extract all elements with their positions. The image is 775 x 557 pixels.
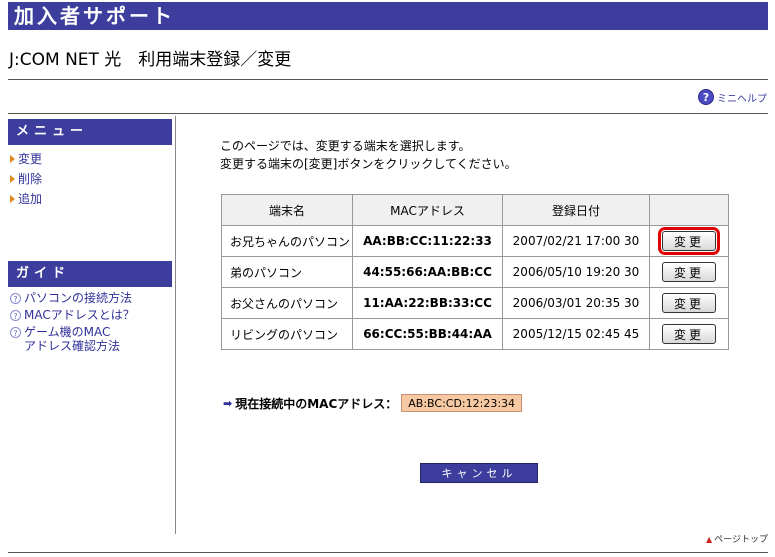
registration-date: 2007/02/21 17:00 30	[502, 225, 650, 257]
cancel-button[interactable]: キャンセル	[420, 463, 538, 483]
registration-date: 2006/05/10 19:20 30	[502, 256, 650, 288]
arrow-right-icon: ➡	[223, 396, 233, 410]
question-icon: ?	[10, 327, 21, 338]
title-divider	[8, 79, 768, 80]
terminal-name: お兄ちゃんのパソコン	[221, 225, 353, 257]
help-icon: ?	[698, 89, 714, 105]
mac-address: 11:AA:22:BB:33:CC	[352, 287, 503, 319]
arrow-right-icon	[10, 195, 15, 203]
header-bar: 加入者サポート	[8, 2, 768, 30]
col-header-mac: MACアドレス	[352, 194, 503, 226]
page-top-link[interactable]: ▲ ページトップ	[706, 532, 768, 545]
footer-divider	[8, 552, 768, 553]
guide-section: ガイド	[8, 261, 172, 287]
terminal-name: リビングのパソコン	[221, 318, 353, 350]
col-header-action	[649, 194, 729, 226]
change-button[interactable]: 変更	[658, 227, 720, 255]
sidebar-item-add[interactable]: 追加	[8, 189, 172, 209]
arrow-right-icon	[10, 175, 15, 183]
header-title: 加入者サポート	[14, 4, 175, 28]
current-mac-value: AB:BC:CD:12:23:34	[401, 394, 523, 412]
table-row: 弟のパソコン 44:55:66:AA:BB:CC 2006/05/10 19:2…	[221, 256, 729, 288]
current-mac-label: 現在接続中のMACアドレス：	[235, 396, 398, 411]
col-header-name: 端末名	[221, 194, 353, 226]
mini-help-link[interactable]: ? ミニヘルプ	[698, 88, 767, 106]
question-icon: ?	[10, 310, 21, 321]
arrow-right-icon	[10, 155, 15, 163]
intro-line-1: このページでは、変更する端末を選択します。	[220, 139, 471, 153]
sidebar-menu: メニュー 変更 削除 追加	[8, 119, 172, 209]
col-header-date: 登録日付	[502, 194, 650, 226]
mini-help-label: ミニヘルプ	[717, 93, 767, 105]
question-icon: ?	[10, 293, 21, 304]
mac-address: 44:55:66:AA:BB:CC	[352, 256, 503, 288]
menu-title: メニュー	[8, 119, 172, 145]
table-row: お兄ちゃんのパソコン AA:BB:CC:11:22:33 2007/02/21 …	[221, 225, 729, 257]
registration-date: 2006/03/01 20:35 30	[502, 287, 650, 319]
guide-item-pc-connection[interactable]: ? パソコンの接続方法	[8, 291, 172, 305]
sidebar-item-change[interactable]: 変更	[8, 149, 172, 169]
current-mac-section: ➡ 現在接続中のMACアドレス： AB:BC:CD:12:23:34	[223, 394, 523, 412]
table-row: リビングのパソコン 66:CC:55:BB:44:AA 2005/12/15 0…	[221, 318, 729, 350]
mac-address: AA:BB:CC:11:22:33	[352, 225, 503, 257]
mac-address: 66:CC:55:BB:44:AA	[352, 318, 503, 350]
guide-list: ? パソコンの接続方法 ? MACアドレスとは？ ? ゲーム機のMAC アドレス確認方…	[8, 291, 172, 356]
table-row: お父さんのパソコン 11:AA:22:BB:33:CC 2006/03/01 2…	[221, 287, 729, 319]
intro-text: このページでは、変更する端末を選択します。 変更する端末の[変更]ボタンをクリッ…	[220, 137, 517, 173]
guide-item-game-mac[interactable]: ? ゲーム機のMAC アドレス確認方法	[8, 325, 172, 353]
change-button[interactable]: 変更	[662, 293, 716, 313]
terminal-name: 弟のパソコン	[221, 256, 353, 288]
terminal-name: お父さんのパソコン	[221, 287, 353, 319]
change-button[interactable]: 変更	[662, 324, 716, 344]
intro-line-2: 変更する端末の[変更]ボタンをクリックしてください。	[220, 157, 517, 171]
terminal-table: 端末名 MACアドレス 登録日付 お兄ちゃんのパソコン AA:BB:CC:11:…	[221, 194, 729, 350]
sidebar-item-delete[interactable]: 削除	[8, 169, 172, 189]
table-header-row: 端末名 MACアドレス 登録日付	[221, 194, 729, 226]
page-title: J:COM NET 光 利用端末登録／変更	[9, 50, 292, 70]
sidebar-divider	[175, 116, 176, 534]
registration-date: 2005/12/15 02:45 45	[502, 318, 650, 350]
menu-list: 変更 削除 追加	[8, 149, 172, 209]
guide-title: ガイド	[8, 261, 172, 287]
guide-item-what-is-mac[interactable]: ? MACアドレスとは？	[8, 308, 172, 322]
triangle-up-icon: ▲	[706, 535, 713, 544]
change-button[interactable]: 変更	[662, 262, 716, 282]
content-divider	[8, 113, 768, 114]
